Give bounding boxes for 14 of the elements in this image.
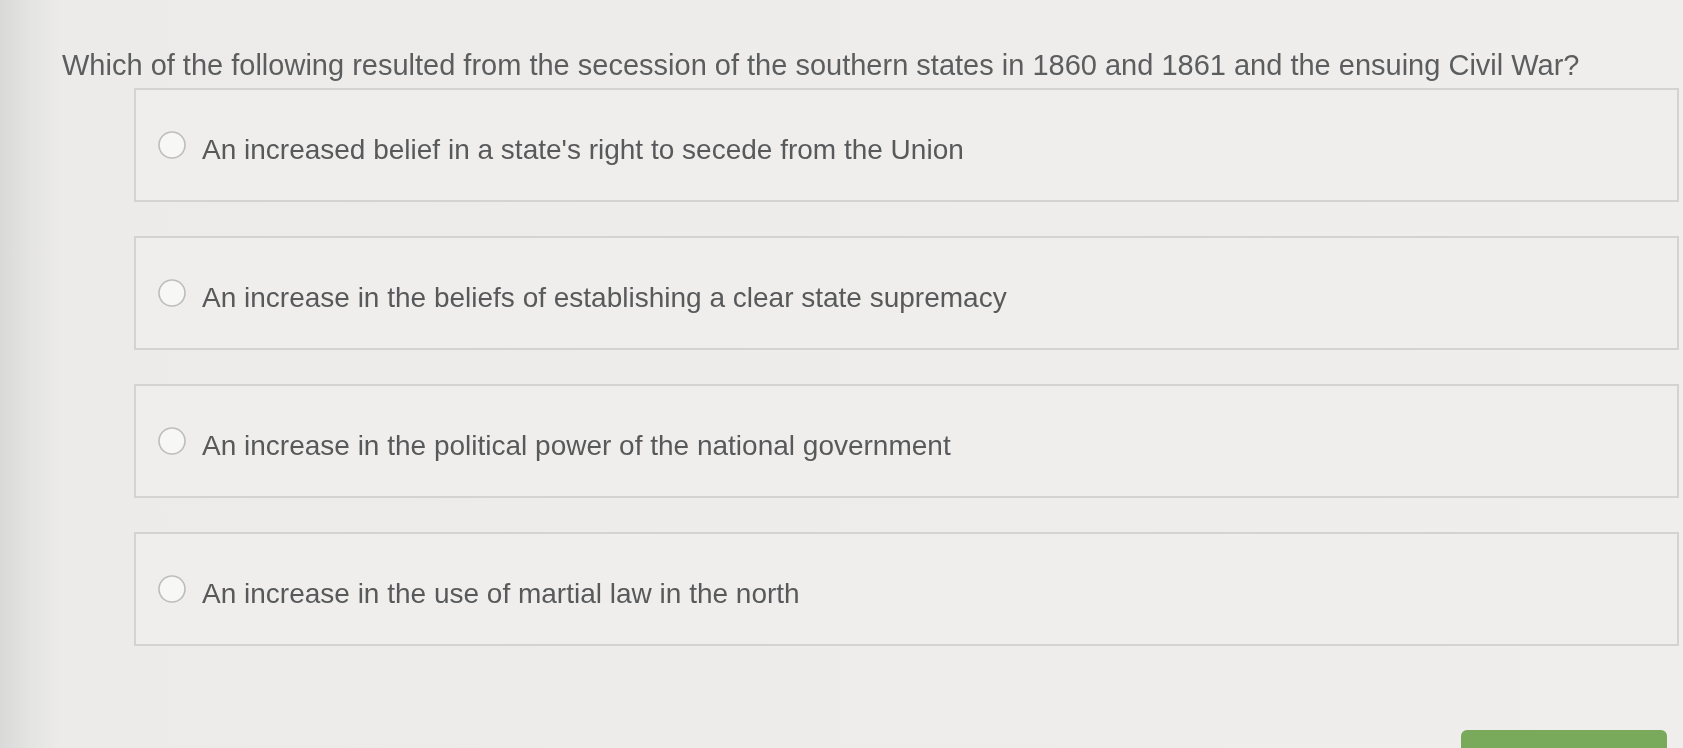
radio-button-icon[interactable]	[158, 575, 186, 603]
answer-option[interactable]: An increase in the political power of the national government	[134, 384, 1679, 498]
option-text: An increase in the beliefs of establishing a clear state supremacy	[202, 281, 1007, 315]
option-text: An increased belief in a state's right to secede from the Union	[202, 133, 964, 167]
action-button[interactable]	[1461, 730, 1667, 748]
option-text: An increase in the use of martial law in the north	[202, 577, 800, 611]
answer-option[interactable]: An increase in the use of martial law in the north	[134, 532, 1679, 646]
radio-button-icon[interactable]	[158, 427, 186, 455]
radio-button-icon[interactable]	[158, 279, 186, 307]
option-text: An increase in the political power of the national government	[202, 429, 951, 463]
answer-option[interactable]: An increase in the beliefs of establishing a clear state supremacy	[134, 236, 1679, 350]
radio-button-icon[interactable]	[158, 131, 186, 159]
answer-option[interactable]: An increased belief in a state's right to secede from the Union	[134, 88, 1679, 202]
question-text: Which of the following resulted from the secession of the southern states in 1860 and 1861 and the ensuing Civil War?	[62, 48, 1580, 83]
